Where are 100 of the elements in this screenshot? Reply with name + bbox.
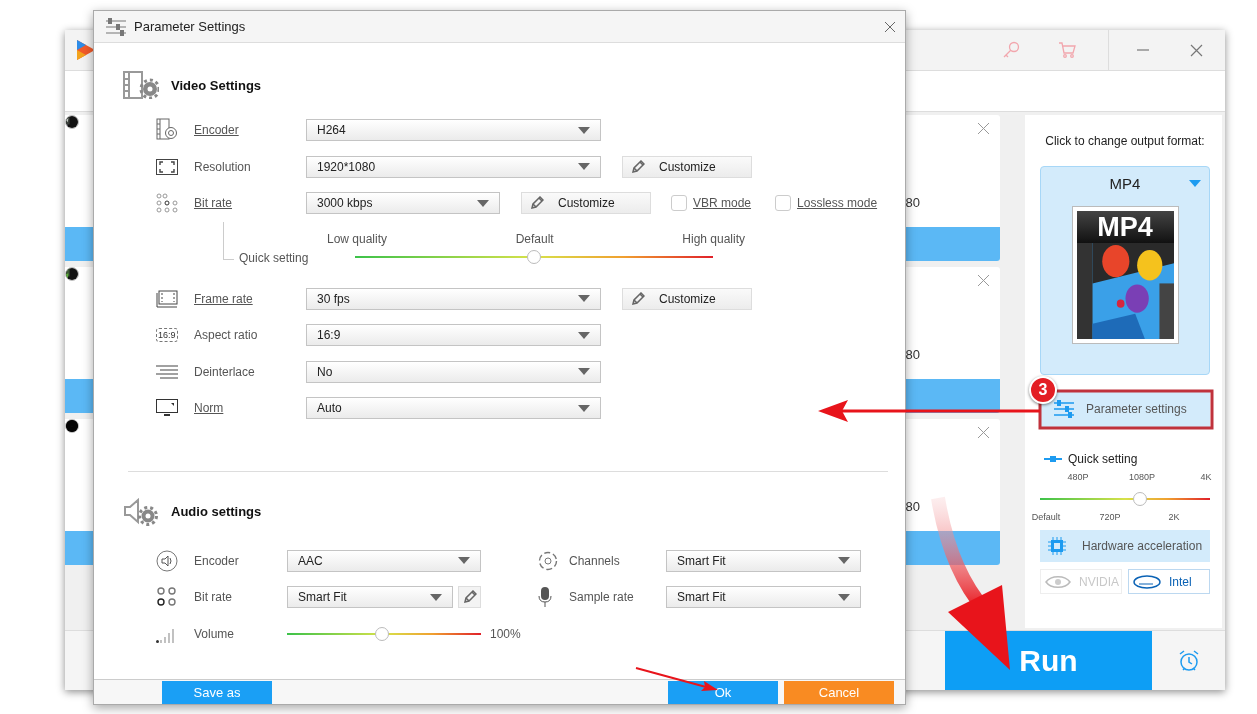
sliders-icon bbox=[1054, 399, 1074, 418]
close-icon[interactable] bbox=[978, 427, 989, 438]
scale-label: Low quality bbox=[327, 231, 388, 246]
field-link[interactable]: Bit rate bbox=[194, 196, 306, 211]
format-badge: MP4 bbox=[1076, 211, 1174, 243]
caret-icon bbox=[838, 557, 850, 565]
caret-icon bbox=[578, 163, 590, 171]
customize-button[interactable]: Customize bbox=[521, 192, 651, 215]
section-heading: Audio settings bbox=[171, 504, 262, 519]
resolution-text: 80 bbox=[905, 347, 920, 362]
field-label: Sample rate bbox=[569, 590, 635, 605]
field-label: Channels bbox=[569, 553, 621, 568]
film-frame-icon bbox=[156, 289, 178, 308]
scale-label: Default bbox=[1031, 512, 1061, 522]
caret-icon bbox=[477, 199, 489, 207]
quick-setting-label: Quick setting bbox=[1068, 452, 1138, 466]
checkbox[interactable] bbox=[671, 195, 687, 212]
circles-icon bbox=[156, 586, 178, 609]
field-label: Deinterlace bbox=[194, 364, 256, 379]
aspect-ratio-icon: 16:9 bbox=[156, 328, 178, 343]
caret-icon bbox=[578, 295, 590, 303]
scale-label: 480P bbox=[1067, 472, 1089, 482]
slider-thumb[interactable] bbox=[375, 626, 390, 641]
dropdown[interactable]: Smart Fit bbox=[287, 586, 453, 609]
scale-label: 2K bbox=[1168, 512, 1180, 522]
checkbox-label[interactable]: VBR mode bbox=[693, 196, 752, 211]
field-label: Volume bbox=[194, 626, 236, 641]
dots-icon bbox=[156, 193, 178, 214]
dropdown[interactable]: 30 fps bbox=[306, 287, 601, 310]
pencil-icon bbox=[530, 196, 544, 211]
key-icon[interactable] bbox=[1002, 41, 1020, 59]
pencil-icon bbox=[462, 590, 477, 605]
slider-icon bbox=[1044, 455, 1062, 463]
lines-icon bbox=[156, 364, 178, 379]
field-label: Resolution bbox=[194, 159, 252, 174]
resolution-text: 80 bbox=[905, 499, 920, 514]
dropdown[interactable]: No bbox=[306, 360, 601, 383]
film-gear-icon bbox=[123, 71, 159, 99]
edit-button[interactable] bbox=[458, 586, 481, 609]
dropdown[interactable]: Auto bbox=[306, 397, 601, 420]
caret-icon bbox=[1189, 180, 1201, 187]
volume-reading: 100% bbox=[490, 626, 521, 641]
checkbox[interactable] bbox=[775, 195, 792, 212]
oval-logo-icon bbox=[1133, 574, 1161, 589]
quick-setting-label: Quick setting bbox=[239, 250, 310, 265]
dropdown[interactable]: AAC bbox=[287, 549, 481, 572]
eye-icon bbox=[1045, 574, 1071, 589]
field-label: Aspect ratio bbox=[194, 328, 259, 343]
dropdown[interactable]: Smart Fit bbox=[666, 549, 861, 572]
sliders-icon bbox=[106, 17, 126, 36]
customize-button[interactable]: Customize bbox=[622, 287, 752, 310]
field-link[interactable]: Frame rate bbox=[194, 291, 306, 306]
dropdown[interactable]: H264 bbox=[306, 119, 601, 142]
scale-label: High quality bbox=[682, 231, 745, 246]
section-heading: Video Settings bbox=[171, 77, 262, 93]
field-link[interactable]: Encoder bbox=[194, 123, 306, 138]
leader-line bbox=[223, 221, 234, 260]
hardware-acceleration-button[interactable]: Hardware acceleration bbox=[1040, 530, 1210, 562]
panel-prompt: Click to change output format: bbox=[1044, 134, 1206, 148]
caret-icon bbox=[578, 331, 590, 339]
caret-icon bbox=[838, 593, 850, 601]
dialog-title: Parameter Settings bbox=[134, 19, 246, 34]
dropdown[interactable]: 16:9 bbox=[306, 324, 601, 347]
caret-icon bbox=[458, 557, 470, 565]
slider-thumb[interactable] bbox=[527, 249, 541, 264]
field-link[interactable]: Norm bbox=[194, 401, 306, 416]
format-selector[interactable]: MP4 MP4 bbox=[1040, 166, 1210, 375]
frame-corners-icon bbox=[156, 158, 178, 175]
format-name: MP4 bbox=[1109, 175, 1141, 192]
target-icon bbox=[538, 550, 558, 571]
slider-thumb[interactable] bbox=[1133, 492, 1148, 506]
speaker-gear-icon bbox=[123, 497, 159, 526]
checkbox-label[interactable]: Lossless mode bbox=[797, 196, 878, 211]
field-label: Bit rate bbox=[194, 590, 233, 605]
dropdown[interactable]: 3000 kbps bbox=[306, 192, 500, 215]
close-icon[interactable] bbox=[1190, 43, 1203, 57]
dropdown[interactable]: Smart Fit bbox=[666, 586, 861, 609]
scale-label: Default bbox=[515, 231, 554, 246]
caret-icon bbox=[578, 368, 590, 376]
cart-icon[interactable] bbox=[1058, 41, 1076, 59]
close-icon[interactable] bbox=[978, 275, 989, 286]
monitor-icon bbox=[156, 399, 178, 418]
microphone-icon bbox=[538, 586, 552, 609]
speaker-icon bbox=[156, 549, 178, 572]
caret-icon bbox=[430, 593, 442, 601]
caret-icon bbox=[578, 404, 590, 412]
dropdown[interactable]: 1920*1080 bbox=[306, 155, 601, 178]
scale-label: 1080P bbox=[1129, 472, 1155, 482]
alarm-clock-icon[interactable] bbox=[1177, 648, 1201, 673]
scale-label: 4K bbox=[1200, 472, 1212, 482]
customize-button[interactable]: Customize bbox=[622, 155, 752, 178]
gpu-button[interactable]: Intel bbox=[1128, 569, 1210, 594]
caret-icon bbox=[578, 126, 590, 134]
close-icon[interactable] bbox=[978, 123, 989, 134]
pencil-icon bbox=[631, 159, 645, 174]
close-icon[interactable] bbox=[885, 21, 895, 32]
film-gear-icon bbox=[156, 118, 180, 143]
scale-label: 720P bbox=[1099, 512, 1121, 522]
pencil-icon bbox=[631, 291, 645, 306]
resolution-text: 80 bbox=[905, 195, 920, 210]
